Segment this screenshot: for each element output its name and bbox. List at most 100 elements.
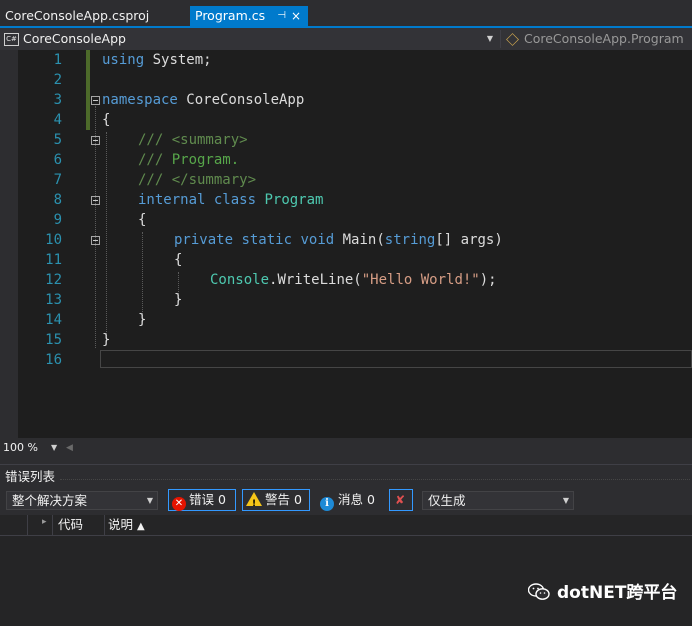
method-name: Main( xyxy=(342,232,385,248)
line-number: 6 xyxy=(53,152,62,168)
project-dropdown[interactable]: C# CoreConsoleApp ▼ xyxy=(1,30,497,48)
panel-title: 错误列表 xyxy=(5,469,56,484)
xml-doc-comment: /// xyxy=(138,152,172,168)
code-line-14: } xyxy=(138,312,147,328)
line-number: 3 xyxy=(53,92,62,108)
error-icon: ✕ xyxy=(172,497,186,511)
messages-count-label: 消息 0 xyxy=(338,492,375,507)
change-marker xyxy=(86,50,90,130)
line-number: 12 xyxy=(45,272,62,288)
scroll-left-icon[interactable]: ◀ xyxy=(66,441,73,455)
scope-dropdown[interactable]: 整个解决方案 ▼ xyxy=(6,491,158,510)
wechat-logo-icon xyxy=(528,583,550,600)
code-text: System; xyxy=(144,52,212,68)
line-number: 5 xyxy=(53,132,62,148)
type-name: Program xyxy=(264,192,324,208)
column-header-description-label: 说明 xyxy=(108,517,134,532)
document-tab-bar: CoreConsoleApp.csproj Program.cs ⊣ × xyxy=(0,0,692,26)
code-text: .WriteLine( xyxy=(269,272,362,288)
column-separator xyxy=(104,515,105,535)
xml-doc-comment: /// </summary> xyxy=(138,172,257,188)
code-line-1: using System; xyxy=(102,50,212,70)
code-text: ); xyxy=(479,272,497,288)
line-number: 16 xyxy=(45,352,62,368)
indent-guide xyxy=(106,132,107,342)
severity-sort-icon[interactable]: ▸ xyxy=(42,517,47,527)
line-number: 9 xyxy=(53,212,62,228)
tab-label: CoreConsoleApp.csproj xyxy=(5,8,150,23)
clear-filter-icon: ✘ xyxy=(395,493,406,507)
line-number: 7 xyxy=(53,172,62,188)
code-line-8: internal class Program xyxy=(138,190,323,210)
type-dropdown[interactable]: CoreConsoleApp.Program xyxy=(500,30,692,48)
current-line-highlight xyxy=(100,350,692,368)
line-number: 10 xyxy=(45,232,62,248)
editor-zoom-bar: 100 % ▼ ◀ xyxy=(0,438,692,458)
code-line-9: { xyxy=(138,212,147,228)
code-line-5: /// <summary> xyxy=(138,130,248,150)
code-line-6: /// Program. xyxy=(138,150,239,170)
chevron-down-icon: ▼ xyxy=(486,34,493,43)
outline-guide xyxy=(95,106,96,348)
indent-guide xyxy=(142,232,143,322)
navigation-bar: C# CoreConsoleApp ▼ CoreConsoleApp.Progra… xyxy=(0,28,692,51)
column-header-description[interactable]: 说明 ▲ xyxy=(108,515,145,537)
tab-coreconsoleapp-csproj[interactable]: CoreConsoleApp.csproj xyxy=(0,6,186,26)
keyword: void xyxy=(300,232,335,248)
code-line-13: } xyxy=(174,292,183,308)
code-line-7: /// </summary> xyxy=(138,170,256,190)
sort-ascending-icon: ▲ xyxy=(137,521,145,532)
line-number: 2 xyxy=(53,72,62,88)
xml-doc-comment: /// <summary> xyxy=(138,132,248,148)
warnings-filter-button[interactable]: ! 警告 0 xyxy=(242,489,310,511)
error-list-grid[interactable]: ▸ 代码 说明 ▲ xyxy=(0,515,692,626)
watermark-text: dotNET跨平台 xyxy=(557,583,678,603)
keyword: static xyxy=(241,232,293,248)
line-number: 14 xyxy=(45,312,62,328)
keyword: class xyxy=(213,192,257,208)
code-text: [] args) xyxy=(435,232,503,248)
warnings-count-label: 警告 0 xyxy=(265,492,302,507)
tab-label: Program.cs xyxy=(195,8,266,23)
line-number: 8 xyxy=(53,192,62,208)
collapse-namespace-icon[interactable] xyxy=(91,96,100,105)
close-icon[interactable]: × xyxy=(291,6,301,26)
column-separator xyxy=(52,515,53,535)
column-header-code[interactable]: 代码 xyxy=(58,515,83,535)
clear-filter-button[interactable]: ✘ xyxy=(389,489,413,511)
code-line-11: { xyxy=(174,252,183,268)
chevron-down-icon: ▼ xyxy=(562,496,569,505)
scope-dropdown-label: 整个解决方案 xyxy=(12,493,88,508)
line-number: 11 xyxy=(45,252,62,268)
line-number: 1 xyxy=(53,52,62,68)
keyword: string xyxy=(384,232,436,248)
keyword: namespace xyxy=(102,92,178,108)
line-number: 4 xyxy=(53,112,62,128)
grid-header: ▸ 代码 说明 ▲ xyxy=(0,515,692,536)
chevron-down-icon[interactable]: ▼ xyxy=(51,441,57,455)
line-number: 15 xyxy=(45,332,62,348)
line-number: 13 xyxy=(45,292,62,308)
type-name: Console xyxy=(210,272,270,288)
messages-filter-button[interactable]: i 消息 0 xyxy=(316,489,382,511)
tab-program-cs[interactable]: Program.cs ⊣ × xyxy=(190,6,308,26)
code-line-4: { xyxy=(102,112,111,128)
comment-text: Program. xyxy=(171,152,240,168)
pin-icon[interactable]: ⊣ xyxy=(277,6,286,26)
build-filter-dropdown[interactable]: 仅生成 ▼ xyxy=(422,491,574,510)
keyword: using xyxy=(102,52,145,68)
class-icon xyxy=(506,33,519,46)
chevron-down-icon: ▼ xyxy=(146,496,153,505)
keyword: private xyxy=(174,232,234,248)
errors-filter-button[interactable]: ✕ 错误 0 xyxy=(168,489,236,511)
code-line-3: namespace CoreConsoleApp xyxy=(102,90,304,110)
info-icon: i xyxy=(320,497,334,511)
string-literal: "Hello World!" xyxy=(361,272,480,288)
wechat-watermark: dotNET跨平台 xyxy=(528,582,677,604)
code-editor[interactable]: 1 2 3 4 5 6 7 8 9 10 11 12 13 14 15 16 u… xyxy=(0,50,692,438)
code-line-15: } xyxy=(102,332,111,348)
code-line-10: private static void Main(string[] args) xyxy=(174,230,503,250)
title-divider xyxy=(60,479,690,480)
zoom-level[interactable]: 100 % xyxy=(3,441,38,455)
code-text: CoreConsoleApp xyxy=(177,92,305,108)
